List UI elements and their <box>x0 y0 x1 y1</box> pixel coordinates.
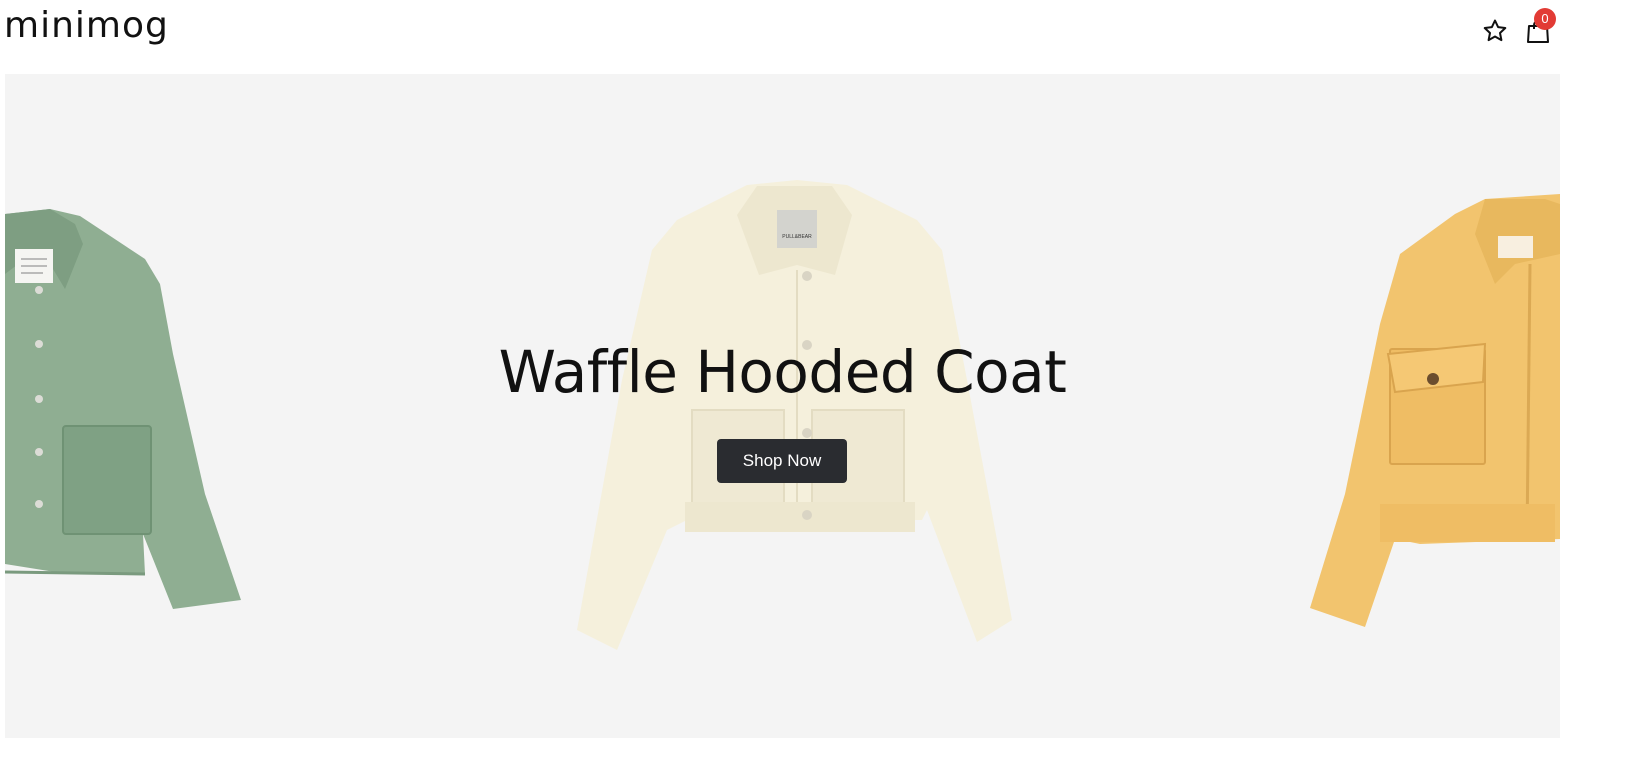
site-logo[interactable]: minimog <box>4 4 169 48</box>
site-header: minimog 0 <box>0 0 1633 74</box>
cart-count-badge: 0 <box>1534 8 1556 30</box>
shop-now-button[interactable]: Shop Now <box>717 439 847 483</box>
yellow-jacket-image <box>1310 194 1560 627</box>
green-jacket-image <box>5 209 241 609</box>
svg-text:PULL&BEAR: PULL&BEAR <box>782 234 812 240</box>
star-icon[interactable] <box>1480 16 1510 46</box>
hero-title: Waffle Hooded Coat <box>498 338 1067 406</box>
cream-jacket-image: PULL&BEAR <box>577 180 1012 650</box>
hero-banner: PULL&BEAR Waffle Hooded Coat Shop Now <box>5 74 1560 738</box>
